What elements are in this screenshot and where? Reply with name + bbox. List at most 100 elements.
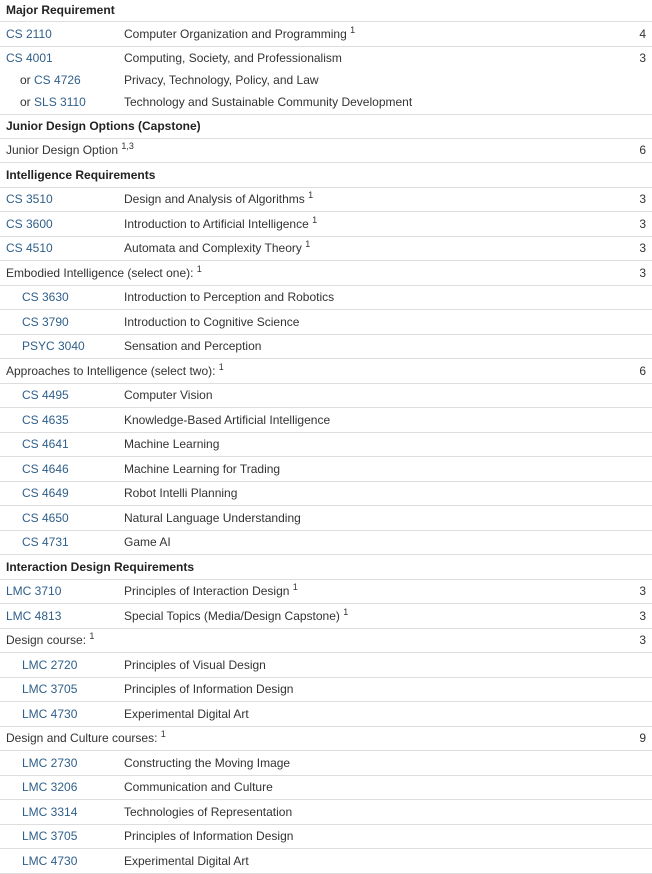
course-title-cell: Machine Learning for Trading xyxy=(118,456,588,482)
course-row: LMC 3710 Principles of Interaction Design… xyxy=(0,579,652,604)
group-label: Junior Design Option 1,3 xyxy=(0,138,588,163)
footnote-marker: 1 xyxy=(343,606,349,617)
credit-hours: 3 xyxy=(588,628,652,653)
course-row: PSYC 3040 Sensation and Perception xyxy=(0,334,652,359)
course-code-link[interactable]: CS 2110 xyxy=(6,27,52,41)
course-code-link[interactable]: CS 4731 xyxy=(22,535,69,549)
course-title: Technologies of Representation xyxy=(124,804,293,819)
course-row: CS 4495 Computer Vision xyxy=(0,383,652,408)
section-heading-text: Intelligence Requirements xyxy=(6,167,156,182)
course-code-link[interactable]: CS 4726 xyxy=(34,73,81,87)
course-title: Principles of Information Design xyxy=(124,829,294,843)
course-row: LMC 4730 Experimental Digital Art xyxy=(0,701,652,727)
course-code-cell: CS 4495 xyxy=(0,383,118,408)
course-title: Robot Intelli Planning xyxy=(124,486,238,500)
course-code-cell: LMC 3705 xyxy=(0,824,118,849)
course-row: LMC 2720 Principles of Visual Design xyxy=(0,652,652,678)
group-label-text: Junior Design Option xyxy=(6,143,119,157)
credit-hours xyxy=(588,285,652,310)
course-code-cell: LMC 4813 xyxy=(0,603,118,629)
course-code-link[interactable]: CS 4650 xyxy=(22,511,69,525)
course-title: Constructing the Moving Image xyxy=(124,755,291,770)
credit-hours xyxy=(588,90,652,115)
course-code-link[interactable]: CS 3510 xyxy=(6,192,53,206)
group-label: Embodied Intelligence (select one): 1 xyxy=(0,260,588,286)
course-title: Experimental Digital Art xyxy=(124,853,249,868)
course-code-link[interactable]: LMC 2730 xyxy=(22,756,77,770)
course-title: Computer Vision xyxy=(124,388,213,402)
course-code-cell: LMC 3206 xyxy=(0,775,118,800)
course-code-cell: CS 3790 xyxy=(0,309,118,335)
credit-hours xyxy=(588,432,652,457)
course-code-link[interactable]: CS 3600 xyxy=(6,217,53,231)
course-code-link[interactable]: CS 3790 xyxy=(22,315,69,329)
course-code-cell: CS 3630 xyxy=(0,285,118,310)
course-code-link[interactable]: LMC 2720 xyxy=(22,658,77,672)
group-label-text: Embodied Intelligence (select one): xyxy=(6,265,194,280)
course-row: CS 3510 Design and Analysis of Algorithms… xyxy=(0,187,652,212)
course-code-link[interactable]: LMC 4730 xyxy=(22,707,77,721)
course-table-body: Major Requirement CS 2110 Computer Organiz… xyxy=(0,0,652,874)
course-code-cell: CS 4510 xyxy=(0,236,118,261)
course-code-link[interactable]: LMC 4813 xyxy=(6,609,61,623)
course-code-cell: CS 4001 xyxy=(0,46,118,69)
course-code-cell: LMC 3705 xyxy=(0,677,118,702)
course-title: Communication and Culture xyxy=(124,780,273,794)
section-heading-text: Junior Design Options (Capstone) xyxy=(6,119,201,133)
course-code-cell: or SLS 3110 xyxy=(0,90,118,115)
course-row: CS 4001 Computing, Society, and Professio… xyxy=(0,46,652,69)
course-code-link[interactable]: CS 4001 xyxy=(6,51,53,65)
course-title: Machine Learning xyxy=(124,437,220,451)
credit-hours: 9 xyxy=(588,726,652,751)
course-code-link[interactable]: CS 4495 xyxy=(22,388,69,402)
group-label-text: Design course: xyxy=(6,633,87,647)
course-row: LMC 3705 Principles of Information Design xyxy=(0,677,652,702)
course-title-cell: Machine Learning xyxy=(118,432,588,457)
course-code-link[interactable]: CS 4510 xyxy=(6,241,53,255)
course-code-link[interactable]: LMC 3705 xyxy=(22,682,77,696)
course-code-link[interactable]: CS 4646 xyxy=(22,462,69,476)
course-code-link[interactable]: LMC 4730 xyxy=(22,854,77,868)
credit-hours: 3 xyxy=(588,260,652,286)
course-code-link[interactable]: SLS 3110 xyxy=(34,95,86,109)
course-code-cell: CS 2110 xyxy=(0,21,118,47)
course-code-link[interactable]: PSYC 3040 xyxy=(22,339,85,353)
credit-hours xyxy=(588,309,652,335)
course-title-cell: Computing, Society, and Professionalism xyxy=(118,46,588,69)
course-code-link[interactable]: CS 4635 xyxy=(22,413,69,427)
credit-hours xyxy=(588,824,652,849)
course-title-cell: Communication and Culture xyxy=(118,775,588,800)
section-heading-text: Interaction Design Requirements xyxy=(6,559,195,574)
group-label-row: Embodied Intelligence (select one): 13 xyxy=(0,260,652,286)
footnote-marker: 1,3 xyxy=(121,141,134,151)
credit-hours xyxy=(588,530,652,555)
course-code-cell: LMC 4730 xyxy=(0,701,118,727)
footnote-marker: 1 xyxy=(350,24,356,35)
course-row: LMC 3314 Technologies of Representation xyxy=(0,799,652,825)
credit-hours: 3 xyxy=(588,579,652,604)
course-code-link[interactable]: CS 3630 xyxy=(22,290,69,304)
section-heading-row: Junior Design Options (Capstone) xyxy=(0,114,652,139)
course-code-cell: PSYC 3040 xyxy=(0,334,118,359)
course-title-cell: Experimental Digital Art xyxy=(118,701,588,727)
course-code-link[interactable]: CS 4641 xyxy=(22,437,69,451)
course-code-link[interactable]: LMC 3705 xyxy=(22,829,77,843)
course-row: CS 3790 Introduction to Cognitive Science xyxy=(0,309,652,335)
course-title-cell: Constructing the Moving Image xyxy=(118,750,588,776)
course-code-cell: CS 4650 xyxy=(0,505,118,531)
course-code-link[interactable]: CS 4649 xyxy=(22,486,69,500)
course-row: CS 4650 Natural Language Understanding xyxy=(0,505,652,531)
course-code-link[interactable]: LMC 3710 xyxy=(6,584,61,598)
section-heading: Junior Design Options (Capstone) xyxy=(0,114,652,139)
footnote-marker: 1 xyxy=(308,190,314,200)
section-heading: Interaction Design Requirements xyxy=(0,554,652,580)
credit-hours: 6 xyxy=(588,138,652,163)
course-title-cell: Principles of Information Design xyxy=(118,677,588,702)
section-heading-text: Major Requirement xyxy=(6,3,115,18)
course-title: Machine Learning for Trading xyxy=(124,461,281,476)
credit-hours xyxy=(588,456,652,482)
credit-hours xyxy=(588,677,652,702)
course-code-link[interactable]: LMC 3314 xyxy=(22,805,77,819)
footnote-marker: 1 xyxy=(218,361,224,372)
course-code-link[interactable]: LMC 3206 xyxy=(22,780,77,794)
